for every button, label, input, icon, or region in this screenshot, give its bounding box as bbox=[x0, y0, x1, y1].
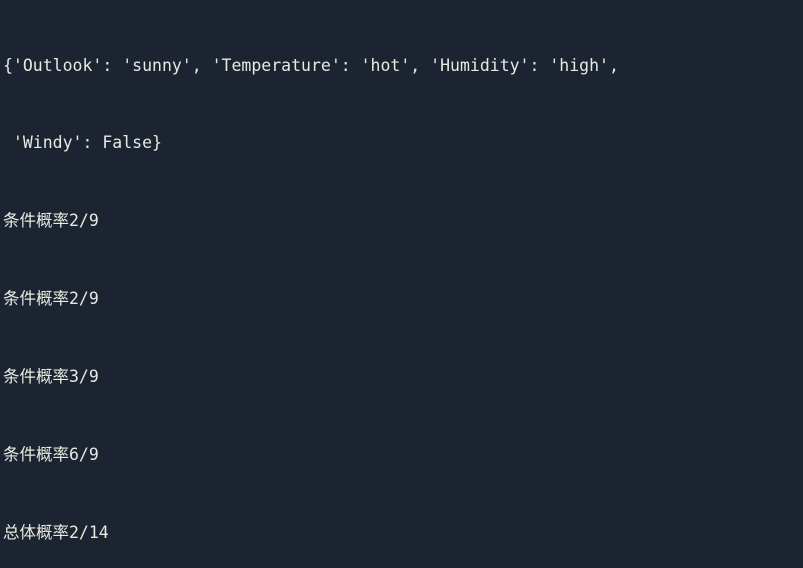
terminal-line: 条件概率2/9 bbox=[3, 211, 99, 230]
terminal-line: 条件概率6/9 bbox=[3, 445, 99, 464]
terminal-output: {'Outlook': 'sunny', 'Temperature': 'hot… bbox=[0, 0, 803, 568]
terminal-line: {'Outlook': 'sunny', 'Temperature': 'hot… bbox=[3, 56, 619, 75]
terminal-line: 'Windy': False} bbox=[3, 133, 162, 152]
terminal-line: 条件概率3/9 bbox=[3, 367, 99, 386]
terminal-line: 总体概率2/14 bbox=[3, 523, 109, 542]
terminal-line: 条件概率2/9 bbox=[3, 289, 99, 308]
